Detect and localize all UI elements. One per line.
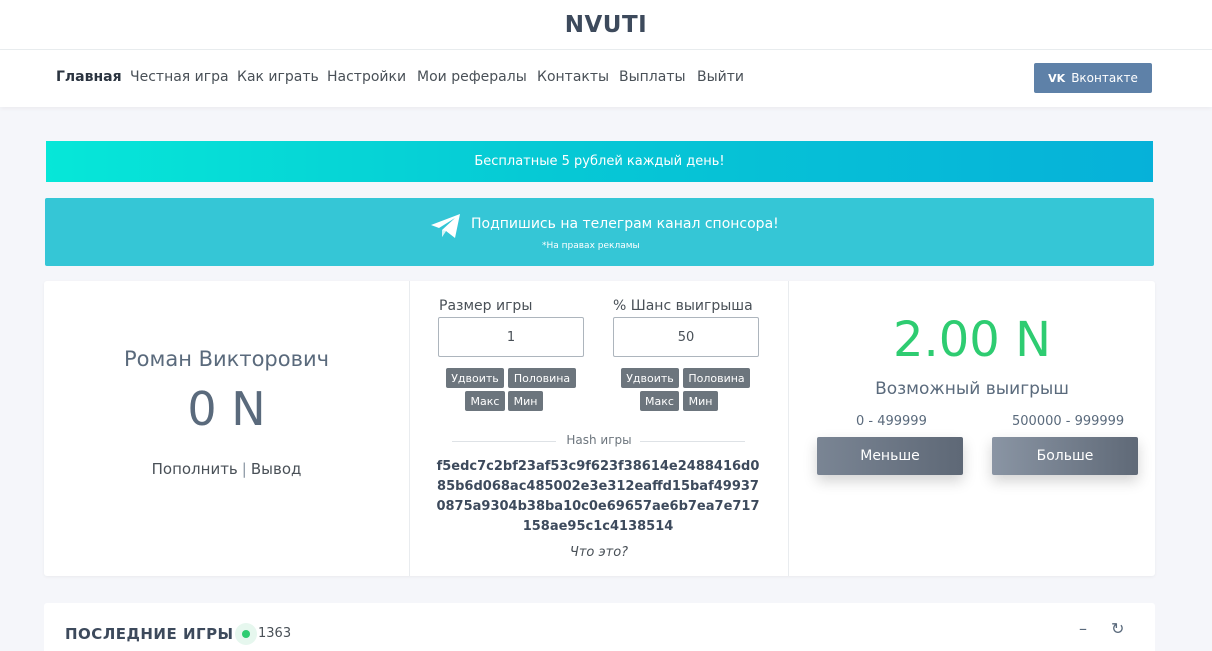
vk-button[interactable]: VK Вконтакте — [1034, 63, 1152, 93]
free-bonus-text: Бесплатные 5 рублей каждый день! — [474, 154, 725, 169]
nav-item-payouts[interactable]: Выплаты — [619, 69, 686, 85]
win-chance-max-button[interactable]: Макс — [640, 391, 679, 411]
vk-icon: VK — [1048, 71, 1066, 85]
telegram-icon — [431, 214, 460, 238]
column-divider — [409, 281, 410, 576]
refresh-icon[interactable]: ↻ — [1111, 619, 1124, 638]
nav-item-fair-game[interactable]: Честная игра — [130, 69, 229, 85]
possible-win-amount: 2.00 N — [892, 312, 1052, 368]
main-nav: Главная Честная игра Как играть Настройк… — [0, 50, 1212, 107]
nav-item-referrals[interactable]: Мои рефералы — [417, 69, 527, 85]
win-chance-input[interactable] — [613, 317, 759, 357]
withdraw-link[interactable]: Вывод — [251, 460, 302, 478]
hash-label: Hash игры — [566, 433, 632, 447]
bet-size-min-button[interactable]: Мин — [508, 391, 543, 411]
fund-links: Пополнить | Вывод — [44, 460, 409, 478]
minimize-icon[interactable]: – — [1079, 619, 1087, 638]
win-chance-min-button[interactable]: Мин — [683, 391, 718, 411]
win-chance-half-button[interactable]: Половина — [683, 368, 750, 388]
nav-item-logout[interactable]: Выйти — [697, 69, 744, 85]
bet-more-button[interactable]: Больше — [992, 437, 1138, 475]
online-indicator — [235, 623, 257, 645]
deposit-link[interactable]: Пополнить — [152, 460, 238, 478]
bet-size-input[interactable] — [438, 317, 584, 357]
bet-size-half-button[interactable]: Половина — [508, 368, 576, 388]
recent-games-title: ПОСЛЕДНИЕ ИГРЫ — [65, 625, 234, 643]
bet-less-button[interactable]: Меньше — [817, 437, 963, 475]
game-hash: f5edc7c2bf23af53c9f623f38614e2488416d085… — [436, 459, 760, 534]
bet-size-max-button[interactable]: Макс — [465, 391, 505, 411]
range-low: 0 - 499999 — [856, 414, 927, 429]
free-bonus-banner[interactable]: Бесплатные 5 рублей каждый день! — [46, 141, 1153, 182]
win-chance-label: % Шанс выигрыша — [613, 298, 753, 314]
online-dot-icon — [242, 630, 250, 638]
user-name: Роман Викторович — [123, 347, 330, 371]
nav-item-home[interactable]: Главная — [56, 69, 122, 85]
nav-item-how-to-play[interactable]: Как играть — [237, 69, 319, 85]
online-count: 1363 — [258, 626, 292, 641]
nav-item-settings[interactable]: Настройки — [327, 69, 406, 85]
hash-help-link[interactable]: Что это? — [409, 545, 789, 560]
bet-size-label: Размер игры — [439, 298, 533, 314]
user-balance: 0 N — [187, 382, 266, 436]
brand-logo[interactable]: NVUTI — [565, 12, 647, 38]
nav-item-contacts[interactable]: Контакты — [537, 69, 609, 85]
possible-win-label: Возможный выигрыш — [875, 379, 1069, 399]
vk-button-label: Вконтакте — [1071, 71, 1138, 85]
telegram-banner-subtitle: *На правах рекламы — [542, 241, 640, 251]
bet-size-double-button[interactable]: Удвоить — [446, 368, 504, 388]
telegram-banner-title: Подпишись на телеграм канал спонсора! — [471, 216, 779, 232]
top-header: NVUTI — [0, 0, 1212, 50]
range-high: 500000 - 999999 — [1012, 414, 1125, 429]
fund-links-separator: | — [241, 460, 247, 478]
win-chance-double-button[interactable]: Удвоить — [621, 368, 679, 388]
telegram-banner[interactable] — [45, 198, 1154, 266]
